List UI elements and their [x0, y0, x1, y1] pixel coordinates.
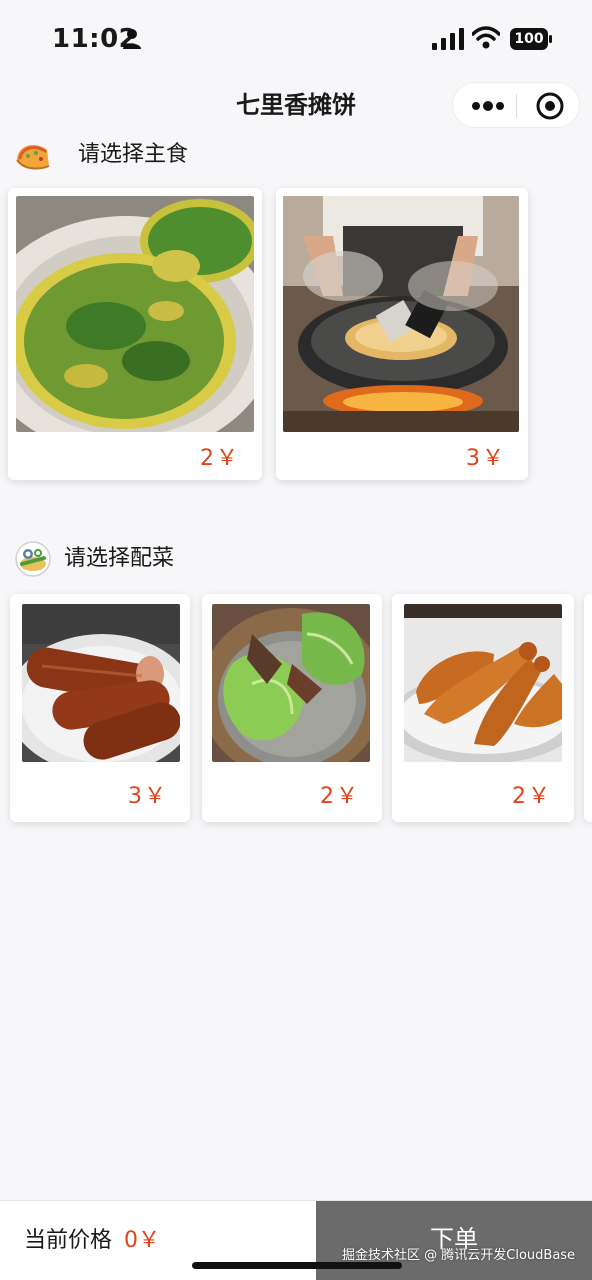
side-card-partial[interactable]	[584, 594, 592, 822]
green-onion-pancake-photo	[16, 196, 254, 432]
home-indicator[interactable]	[192, 1262, 402, 1269]
wifi-icon	[472, 26, 500, 49]
more-icon[interactable]	[471, 95, 505, 117]
staple-price: 2￥	[200, 446, 240, 471]
battery-level: 100	[514, 31, 544, 47]
staples-title: 请选择主食	[78, 142, 189, 167]
mini-program-capsule	[452, 82, 580, 128]
staple-card-pancake[interactable]: 2￥	[8, 188, 262, 480]
total-price-label: 当前价格	[24, 1228, 113, 1253]
watermark-text: 掘金技术社区 @ 腾讯云开发CloudBase	[342, 1248, 576, 1263]
signal-icon	[432, 28, 464, 50]
capsule-divider	[516, 94, 517, 118]
side-card-sausage[interactable]: 3￥	[10, 594, 190, 822]
sides-section-header: 请选择配菜	[14, 540, 274, 580]
status-bar: 11:02 100	[0, 0, 592, 80]
close-target-icon[interactable]	[535, 91, 565, 121]
sides-title: 请选择配菜	[64, 546, 175, 571]
pancake-icon	[16, 145, 50, 170]
vegetable-plate-icon	[15, 541, 51, 577]
staple-card-griddle[interactable]: 3￥	[276, 188, 528, 480]
staple-price: 3￥	[466, 446, 506, 471]
lettuce-photo	[212, 604, 370, 762]
side-card-lettuce[interactable]: 2￥	[202, 594, 382, 822]
sausage-photo	[22, 604, 180, 762]
staples-section-header: 请选择主食	[14, 136, 274, 176]
side-price: 2￥	[512, 784, 552, 809]
side-price: 3￥	[128, 784, 168, 809]
side-price: 2￥	[320, 784, 360, 809]
griddle-cooking-photo	[283, 196, 519, 432]
fried-chicken-leg-photo	[404, 604, 562, 762]
side-card-chicken[interactable]: 2￥	[392, 594, 574, 822]
total-price-value: 0￥	[124, 1228, 160, 1253]
person-icon	[123, 29, 141, 49]
